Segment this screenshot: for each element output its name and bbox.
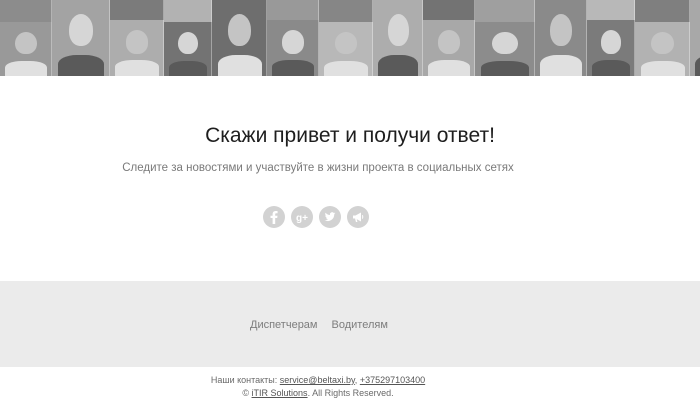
face-shape	[650, 31, 675, 55]
svg-text:g+: g+	[296, 213, 308, 224]
footer-link-dispatchers[interactable]: Диспетчерам	[250, 319, 318, 331]
shoulders-shape	[168, 60, 208, 76]
photo-column	[535, 0, 587, 76]
face-shape	[68, 13, 94, 46]
hero-subtitle: Следите за новостями и участвуйте в жизн…	[122, 162, 514, 174]
photo-column	[587, 0, 635, 76]
face-shape	[282, 30, 304, 54]
face-shape	[600, 30, 622, 54]
shoulders-shape	[324, 60, 368, 76]
member-photo	[319, 0, 373, 22]
shoulders-shape	[272, 60, 314, 76]
google-plus-icon: g+	[296, 213, 308, 224]
copyright-text: . All Rights Reserved.	[307, 388, 394, 398]
social-links: g+	[263, 206, 369, 228]
photo-column	[267, 0, 319, 76]
contacts-separator: ,	[354, 375, 358, 385]
member-photo-strip	[0, 0, 700, 76]
shoulders-shape	[591, 60, 631, 76]
member-photo	[690, 0, 700, 76]
facebook-button[interactable]	[263, 206, 285, 228]
shoulders-shape	[540, 54, 582, 76]
photo-column	[212, 0, 267, 76]
email-link[interactable]: service@beltaxi.by	[280, 375, 355, 385]
photo-column	[690, 0, 700, 76]
shoulders-shape	[115, 60, 159, 76]
facebook-icon	[270, 211, 278, 224]
contacts-line: Наши контакты: service@beltaxi.by, +3752…	[0, 375, 636, 385]
member-photo	[267, 0, 319, 20]
member-photo	[475, 0, 535, 22]
company-link[interactable]: iTIR Solutions	[252, 388, 308, 398]
member-photo	[52, 0, 110, 76]
shoulders-shape	[217, 54, 262, 76]
shoulders-shape	[481, 60, 529, 76]
footer-link-drivers[interactable]: Водителям	[332, 319, 388, 331]
face-shape	[438, 30, 460, 54]
photo-column	[475, 0, 535, 76]
photo-column	[423, 0, 475, 76]
face-shape	[177, 31, 199, 55]
member-photo	[164, 22, 212, 76]
twitter-button[interactable]	[319, 206, 341, 228]
photo-column	[373, 0, 423, 76]
phone-link[interactable]: +375297103400	[360, 375, 425, 385]
face-shape	[334, 31, 358, 55]
face-shape	[387, 13, 409, 46]
face-shape	[227, 13, 252, 46]
member-photo	[164, 0, 212, 22]
contacts-label: Наши контакты:	[210, 375, 278, 385]
shoulders-shape	[5, 60, 47, 76]
member-photo	[319, 22, 373, 76]
photo-column	[319, 0, 373, 76]
member-photo	[587, 0, 635, 20]
member-photo	[212, 0, 267, 76]
face-shape	[550, 13, 572, 46]
footer-nav-band: Диспетчерам Водителям	[0, 281, 700, 367]
photo-column	[52, 0, 110, 76]
member-photo	[110, 20, 164, 76]
photo-column	[164, 0, 212, 76]
member-photo	[423, 0, 475, 20]
photo-column	[110, 0, 164, 76]
member-photo	[267, 20, 319, 76]
footer-nav: Диспетчерам Водителям	[250, 319, 388, 331]
shoulders-shape	[695, 54, 700, 76]
hero-title: Скажи привет и получи ответ!	[205, 124, 495, 147]
member-photo	[373, 0, 423, 76]
shoulders-shape	[57, 54, 105, 76]
shoulders-shape	[640, 60, 685, 76]
member-photo	[0, 0, 52, 22]
megaphone-icon	[353, 212, 364, 222]
member-photo	[0, 22, 52, 76]
member-photo	[535, 0, 587, 76]
copyright-symbol: ©	[242, 388, 250, 398]
shoulders-shape	[378, 54, 418, 76]
photo-column	[635, 0, 690, 76]
twitter-icon	[324, 212, 336, 222]
photo-column	[0, 0, 52, 76]
member-photo	[110, 0, 164, 20]
member-photo	[475, 22, 535, 76]
member-photo	[635, 22, 690, 76]
face-shape	[492, 31, 518, 55]
shoulders-shape	[428, 60, 470, 76]
member-photo	[423, 20, 475, 76]
member-photo	[587, 20, 635, 76]
copyright-line: © iTIR Solutions. All Rights Reserved.	[0, 388, 636, 398]
google-plus-button[interactable]: g+	[291, 206, 313, 228]
face-shape	[125, 30, 149, 54]
face-shape	[15, 31, 37, 55]
megaphone-button[interactable]	[347, 206, 369, 228]
member-photo	[635, 0, 690, 22]
